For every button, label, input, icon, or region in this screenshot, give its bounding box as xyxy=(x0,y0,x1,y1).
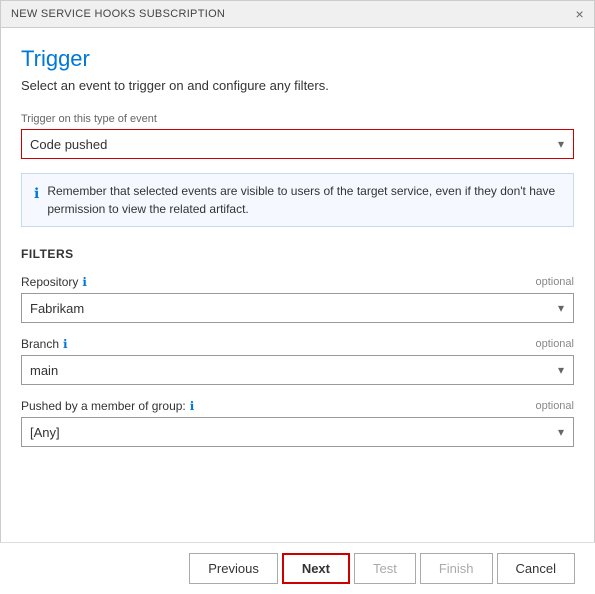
next-button[interactable]: Next xyxy=(282,553,350,584)
previous-button[interactable]: Previous xyxy=(189,553,278,584)
trigger-select-wrapper: Code pushed Code reviewed Pull request c… xyxy=(21,129,574,159)
footer: Previous Next Test Finish Cancel xyxy=(0,542,595,594)
trigger-field-label: Trigger on this type of event xyxy=(21,113,574,125)
page-title: Trigger xyxy=(21,46,574,72)
repository-info-icon[interactable]: ℹ xyxy=(82,275,87,289)
info-icon: ℹ xyxy=(34,183,39,204)
group-info-icon[interactable]: ℹ xyxy=(190,399,195,413)
branch-filter-header: Branch ℹ optional xyxy=(21,337,574,351)
trigger-dropdown[interactable]: Code pushed Code reviewed Pull request c… xyxy=(21,129,574,159)
group-filter: Pushed by a member of group: ℹ optional … xyxy=(21,399,574,447)
group-filter-header: Pushed by a member of group: ℹ optional xyxy=(21,399,574,413)
branch-filter: Branch ℹ optional main develop master xyxy=(21,337,574,385)
info-box: ℹ Remember that selected events are visi… xyxy=(21,173,574,227)
page-subtitle: Select an event to trigger on and config… xyxy=(21,78,574,93)
branch-optional: optional xyxy=(535,338,574,350)
branch-dropdown[interactable]: main develop master xyxy=(21,355,574,385)
group-dropdown[interactable]: [Any] xyxy=(21,417,574,447)
group-select-wrapper: [Any] xyxy=(21,417,574,447)
group-label: Pushed by a member of group: ℹ xyxy=(21,399,194,413)
dialog-title: NEW SERVICE HOOKS SUBSCRIPTION xyxy=(11,8,225,20)
close-icon[interactable]: × xyxy=(576,7,584,21)
repository-select-wrapper: Fabrikam Other xyxy=(21,293,574,323)
info-message: Remember that selected events are visibl… xyxy=(47,182,561,218)
repository-optional: optional xyxy=(535,276,574,288)
repository-dropdown[interactable]: Fabrikam Other xyxy=(21,293,574,323)
main-content: Trigger Select an event to trigger on an… xyxy=(1,28,594,447)
repository-filter: Repository ℹ optional Fabrikam Other xyxy=(21,275,574,323)
branch-info-icon[interactable]: ℹ xyxy=(63,337,68,351)
repository-label: Repository ℹ xyxy=(21,275,87,289)
finish-button[interactable]: Finish xyxy=(420,553,493,584)
branch-select-wrapper: main develop master xyxy=(21,355,574,385)
title-bar: NEW SERVICE HOOKS SUBSCRIPTION × xyxy=(1,1,594,28)
branch-label: Branch ℹ xyxy=(21,337,68,351)
group-optional: optional xyxy=(535,400,574,412)
test-button[interactable]: Test xyxy=(354,553,416,584)
filters-label: FILTERS xyxy=(21,247,574,261)
cancel-button[interactable]: Cancel xyxy=(497,553,575,584)
repository-filter-header: Repository ℹ optional xyxy=(21,275,574,289)
